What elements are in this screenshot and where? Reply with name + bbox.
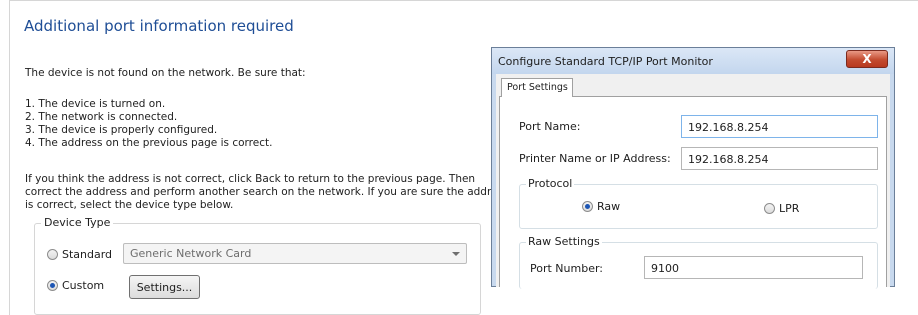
port-number-label: Port Number: — [530, 262, 604, 275]
chevron-down-icon — [452, 252, 460, 256]
printer-address-label: Printer Name or IP Address: — [519, 152, 671, 165]
raw-radio[interactable] — [582, 201, 593, 212]
advice-text: is correct, select the device type below… — [25, 199, 234, 211]
intro-text: The device is not found on the network. … — [25, 67, 306, 79]
checklist-item: 4. The address on the previous page is c… — [25, 137, 273, 149]
port-settings-panel: Port Name: 192.168.8.254 Printer Name or… — [499, 96, 887, 289]
device-type-group: Device Type Standard Generic Network Car… — [34, 216, 481, 315]
device-type-legend: Device Type — [41, 216, 114, 229]
advice-text: If you think the address is not correct,… — [25, 173, 476, 185]
checklist-item: 1. The device is turned on. — [25, 98, 166, 110]
lpr-radio[interactable] — [764, 203, 775, 214]
tab-port-settings[interactable]: Port Settings — [501, 78, 573, 97]
port-number-input[interactable]: 9100 — [644, 256, 863, 279]
standard-device-select[interactable]: Generic Network Card — [123, 243, 467, 264]
custom-radio[interactable] — [47, 280, 58, 291]
port-monitor-dialog: Configure Standard TCP/IP Port Monitor X… — [491, 47, 895, 289]
dialog-title: Configure Standard TCP/IP Port Monitor — [498, 55, 713, 68]
raw-settings-group: Raw Settings Port Number: 9100 — [519, 235, 878, 289]
standard-radio[interactable] — [47, 249, 58, 260]
protocol-group: Protocol Raw LPR — [519, 177, 878, 229]
lpr-label[interactable]: LPR — [779, 202, 799, 215]
dialog-body: Port Settings Port Name: 192.168.8.254 P… — [496, 74, 890, 289]
checklist-item: 3. The device is properly configured. — [25, 124, 218, 136]
standard-label[interactable]: Standard — [62, 248, 112, 261]
close-icon: X — [862, 52, 872, 66]
advice-text: correct the address and perform another … — [25, 186, 509, 198]
port-name-label: Port Name: — [519, 120, 581, 133]
port-name-input[interactable]: 192.168.8.254 — [681, 115, 878, 138]
page-title: Additional port information required — [24, 17, 294, 35]
custom-label[interactable]: Custom — [62, 279, 104, 292]
checklist-item: 2. The network is connected. — [25, 111, 178, 123]
settings-button[interactable]: Settings... — [129, 275, 200, 299]
close-button[interactable]: X — [846, 50, 888, 68]
standard-device-value: Generic Network Card — [130, 247, 252, 260]
dialog-titlebar[interactable]: Configure Standard TCP/IP Port Monitor X — [492, 48, 894, 74]
protocol-legend: Protocol — [526, 177, 575, 190]
raw-label[interactable]: Raw — [597, 200, 620, 213]
printer-address-input[interactable]: 192.168.8.254 — [681, 147, 878, 170]
raw-settings-legend: Raw Settings — [526, 235, 602, 248]
